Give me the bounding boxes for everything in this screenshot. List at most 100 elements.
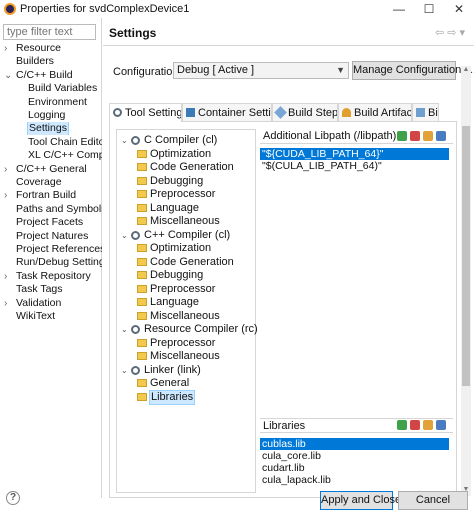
filter-input[interactable] bbox=[3, 24, 96, 40]
nav-item-xl-c-c-compiler[interactable]: XL C/C++ Compiler bbox=[0, 149, 102, 162]
nav-item-label: Logging bbox=[28, 109, 66, 121]
chevron-right-icon[interactable]: › bbox=[4, 189, 7, 202]
nav-item-tool-chain-editor[interactable]: Tool Chain Editor bbox=[0, 136, 102, 149]
folder-icon bbox=[137, 203, 147, 212]
tree-node-label: General bbox=[150, 377, 190, 389]
settings-page: Settings ⇦⇨▾ Configuration: Debug [ Acti… bbox=[103, 18, 474, 498]
nav-item-paths-and-symbols[interactable]: Paths and Symbols bbox=[0, 203, 102, 216]
chevron-right-icon[interactable]: › bbox=[4, 270, 7, 283]
scrollbar-thumb[interactable] bbox=[462, 126, 470, 386]
chevron-down-icon[interactable]: ⌄ bbox=[121, 134, 128, 147]
tree-node-label: Linker (link) bbox=[144, 363, 201, 376]
configuration-label: Configuration: bbox=[113, 66, 182, 78]
tab-container-settings[interactable]: Container Settings bbox=[182, 103, 272, 121]
folder-icon bbox=[137, 190, 147, 198]
nav-item-project-natures[interactable]: Project Natures bbox=[0, 230, 102, 243]
list-item[interactable]: cula_lapack.lib bbox=[262, 474, 331, 486]
move-up-icon[interactable] bbox=[436, 131, 446, 141]
tree-node-label: Resource Compiler (rc) bbox=[144, 323, 258, 335]
page-scrollbar[interactable]: ▲ ▼ bbox=[461, 66, 471, 496]
help-icon[interactable]: ? bbox=[6, 491, 20, 505]
nav-item-task-repository[interactable]: › Task Repository bbox=[0, 270, 102, 283]
tree-node-label: C Compiler (cl) bbox=[144, 134, 218, 146]
minimize-button[interactable]: — bbox=[384, 0, 414, 18]
nav-item-task-tags[interactable]: Task Tags bbox=[0, 283, 102, 296]
libpath-toolbar bbox=[397, 131, 449, 143]
nav-item-label: Run/Debug Settings bbox=[16, 256, 102, 269]
tree-node-label: Code Generation bbox=[150, 255, 234, 268]
gear-icon bbox=[131, 136, 140, 145]
manage-configurations-button[interactable]: Manage Configurations... bbox=[352, 61, 474, 80]
chevron-down-icon[interactable]: ⌄ bbox=[121, 229, 128, 242]
edit-icon[interactable] bbox=[423, 420, 433, 430]
nav-item-settings[interactable]: Settings bbox=[0, 122, 102, 136]
panel-sash[interactable] bbox=[256, 129, 259, 493]
nav-item-project-references[interactable]: Project References bbox=[0, 243, 102, 256]
folder-icon bbox=[137, 284, 147, 293]
list-item[interactable]: cula_core.lib bbox=[262, 450, 321, 462]
back-arrow-icon[interactable]: ⇦ bbox=[435, 27, 447, 39]
page-title: Settings bbox=[109, 26, 157, 40]
nav-item-label: Coverage bbox=[16, 176, 62, 188]
nav-item-build-variables[interactable]: Build Variables bbox=[0, 82, 102, 95]
add-icon[interactable] bbox=[397, 131, 407, 141]
nav-item-c-c-general[interactable]: › C/C++ General bbox=[0, 163, 102, 176]
eclipse-app-icon bbox=[4, 3, 16, 15]
nav-item-label: Project References bbox=[16, 243, 102, 255]
libpath-list[interactable]: "${CUDA_LIB_PATH_64}" "$(CULA_LIB_PATH_64… bbox=[260, 145, 453, 395]
tree-node-label: C++ Compiler (cl) bbox=[144, 228, 231, 241]
view-menu-icon[interactable]: ▾ bbox=[459, 27, 468, 39]
forward-arrow-icon[interactable]: ⇨ bbox=[447, 27, 459, 39]
tree-node-label: Optimization bbox=[150, 242, 212, 254]
tab-build-steps[interactable]: Build Steps bbox=[272, 103, 338, 121]
folder-icon bbox=[137, 176, 147, 185]
folder-icon bbox=[137, 271, 147, 279]
chevron-down-icon[interactable]: ⌄ bbox=[4, 69, 12, 82]
nav-item-resource[interactable]: › Resource bbox=[0, 42, 102, 55]
scroll-up-icon[interactable]: ▲ bbox=[461, 66, 471, 76]
nav-item-validation[interactable]: › Validation bbox=[0, 297, 102, 310]
nav-item-coverage[interactable]: Coverage bbox=[0, 176, 102, 189]
list-item[interactable]: cublas.lib bbox=[260, 438, 449, 450]
nav-item-label: Paths and Symbols bbox=[16, 202, 102, 215]
nav-item-wikitext[interactable]: WikiText bbox=[0, 310, 102, 323]
apply-and-close-button[interactable]: Apply and Close bbox=[320, 491, 401, 510]
edit-icon[interactable] bbox=[423, 131, 433, 141]
nav-item-run-debug-settings[interactable]: Run/Debug Settings bbox=[0, 256, 102, 269]
move-up-icon[interactable] bbox=[436, 420, 446, 430]
nav-item-environment[interactable]: Environment bbox=[0, 96, 102, 109]
chevron-right-icon[interactable]: › bbox=[4, 42, 7, 55]
add-icon[interactable] bbox=[397, 420, 407, 430]
nav-item-logging[interactable]: Logging bbox=[0, 109, 102, 122]
tree-node-label: Language bbox=[150, 201, 199, 214]
nav-item-builders[interactable]: Builders bbox=[0, 55, 102, 68]
nav-item-fortran-build[interactable]: › Fortran Build bbox=[0, 189, 102, 202]
chevron-right-icon[interactable]: › bbox=[4, 297, 7, 310]
configuration-select[interactable]: Debug [ Active ] ▼ bbox=[173, 62, 349, 79]
list-item[interactable]: "${CUDA_LIB_PATH_64}" bbox=[260, 148, 449, 160]
cancel-button[interactable]: Cancel bbox=[398, 491, 468, 510]
delete-icon[interactable] bbox=[410, 420, 420, 430]
chevron-down-icon: ▼ bbox=[336, 65, 345, 75]
chevron-right-icon[interactable]: › bbox=[4, 163, 7, 176]
chevron-down-icon[interactable]: ⌄ bbox=[121, 364, 128, 377]
property-navigation: › ResourceBuilders ⌄ C/C++ BuildBuild Varia… bbox=[0, 18, 102, 498]
nav-item-label: Task Tags bbox=[16, 283, 63, 296]
list-item[interactable]: "$(CULA_LIB_PATH_64)" bbox=[262, 160, 382, 172]
libraries-list[interactable]: cublas.lib cula_core.lib cudart.lib cula_la… bbox=[260, 435, 453, 493]
nav-item-project-facets[interactable]: Project Facets bbox=[0, 216, 102, 229]
folder-icon bbox=[137, 392, 147, 401]
chevron-down-icon[interactable]: ⌄ bbox=[121, 323, 128, 336]
nav-item-label: C/C++ General bbox=[16, 162, 87, 175]
maximize-button[interactable]: ☐ bbox=[414, 0, 444, 18]
libpath-title: Additional Libpath (/libpath) bbox=[263, 130, 397, 142]
close-button[interactable]: ✕ bbox=[444, 0, 474, 18]
nav-item-label: C/C++ Build bbox=[16, 68, 73, 81]
tab-build-artifact[interactable]: Build Artifact bbox=[338, 103, 412, 121]
tab-tool-settings[interactable]: Tool Settings bbox=[109, 103, 182, 122]
nav-item-c-c-build[interactable]: ⌄ C/C++ Build bbox=[0, 69, 102, 82]
list-item[interactable]: cudart.lib bbox=[262, 462, 305, 474]
tab-binary-parsers[interactable]: Binary Parsers bbox=[412, 103, 439, 121]
delete-icon[interactable] bbox=[410, 131, 420, 141]
title-bar: Properties for svdComplexDevice1 — ☐ ✕ bbox=[0, 0, 474, 18]
